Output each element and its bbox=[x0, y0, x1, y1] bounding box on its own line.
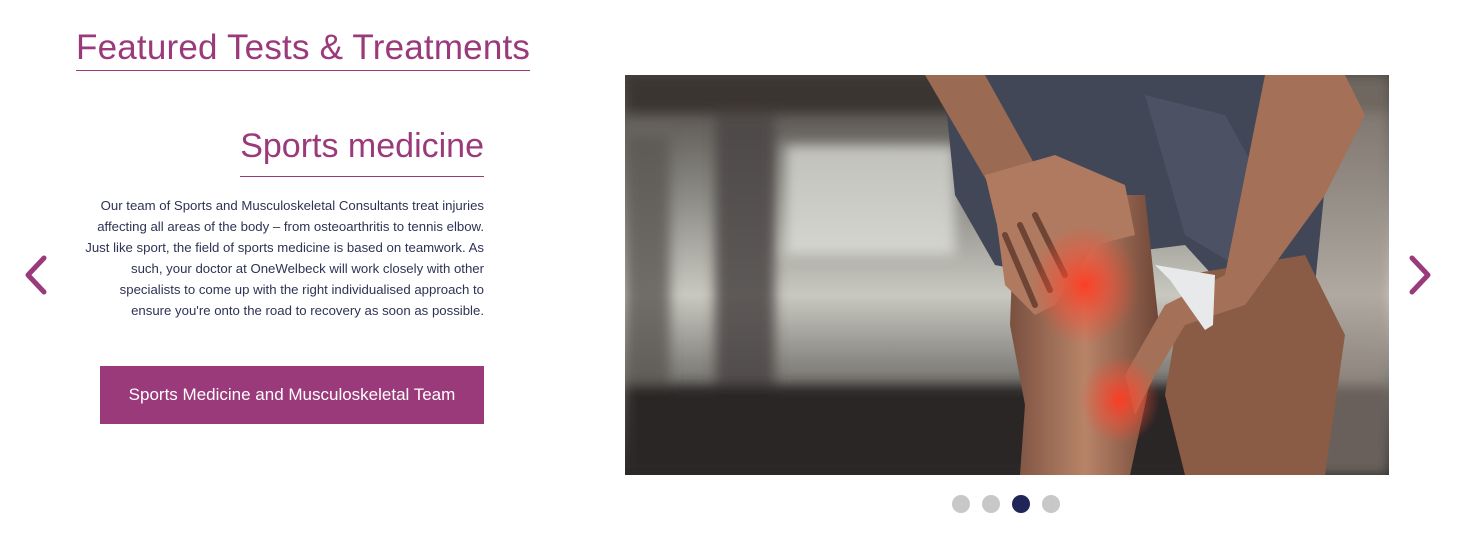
slide-description: Our team of Sports and Musculoskeletal C… bbox=[85, 198, 484, 318]
carousel-dot-2[interactable] bbox=[982, 495, 1000, 513]
chevron-left-icon bbox=[25, 255, 47, 295]
carousel-prev-button[interactable] bbox=[22, 253, 50, 297]
carousel-pagination bbox=[952, 495, 1060, 515]
carousel-dot-3[interactable] bbox=[1012, 495, 1030, 513]
carousel-dot-4[interactable] bbox=[1042, 495, 1060, 513]
slide-text: Sports medicine Our team of Sports and M… bbox=[84, 124, 484, 321]
carousel-dot-1[interactable] bbox=[952, 495, 970, 513]
section-title: Featured Tests & Treatments bbox=[76, 28, 531, 71]
knee-pain-photo bbox=[625, 75, 1389, 475]
chevron-right-icon bbox=[1409, 255, 1431, 295]
featured-tests-section: Featured Tests & Treatments Sports medic… bbox=[0, 0, 1460, 546]
sports-medicine-team-button[interactable]: Sports Medicine and Musculoskeletal Team bbox=[100, 366, 484, 424]
slide-heading: Sports medicine bbox=[240, 124, 484, 177]
slide-image bbox=[625, 75, 1389, 475]
carousel-next-button[interactable] bbox=[1406, 253, 1434, 297]
